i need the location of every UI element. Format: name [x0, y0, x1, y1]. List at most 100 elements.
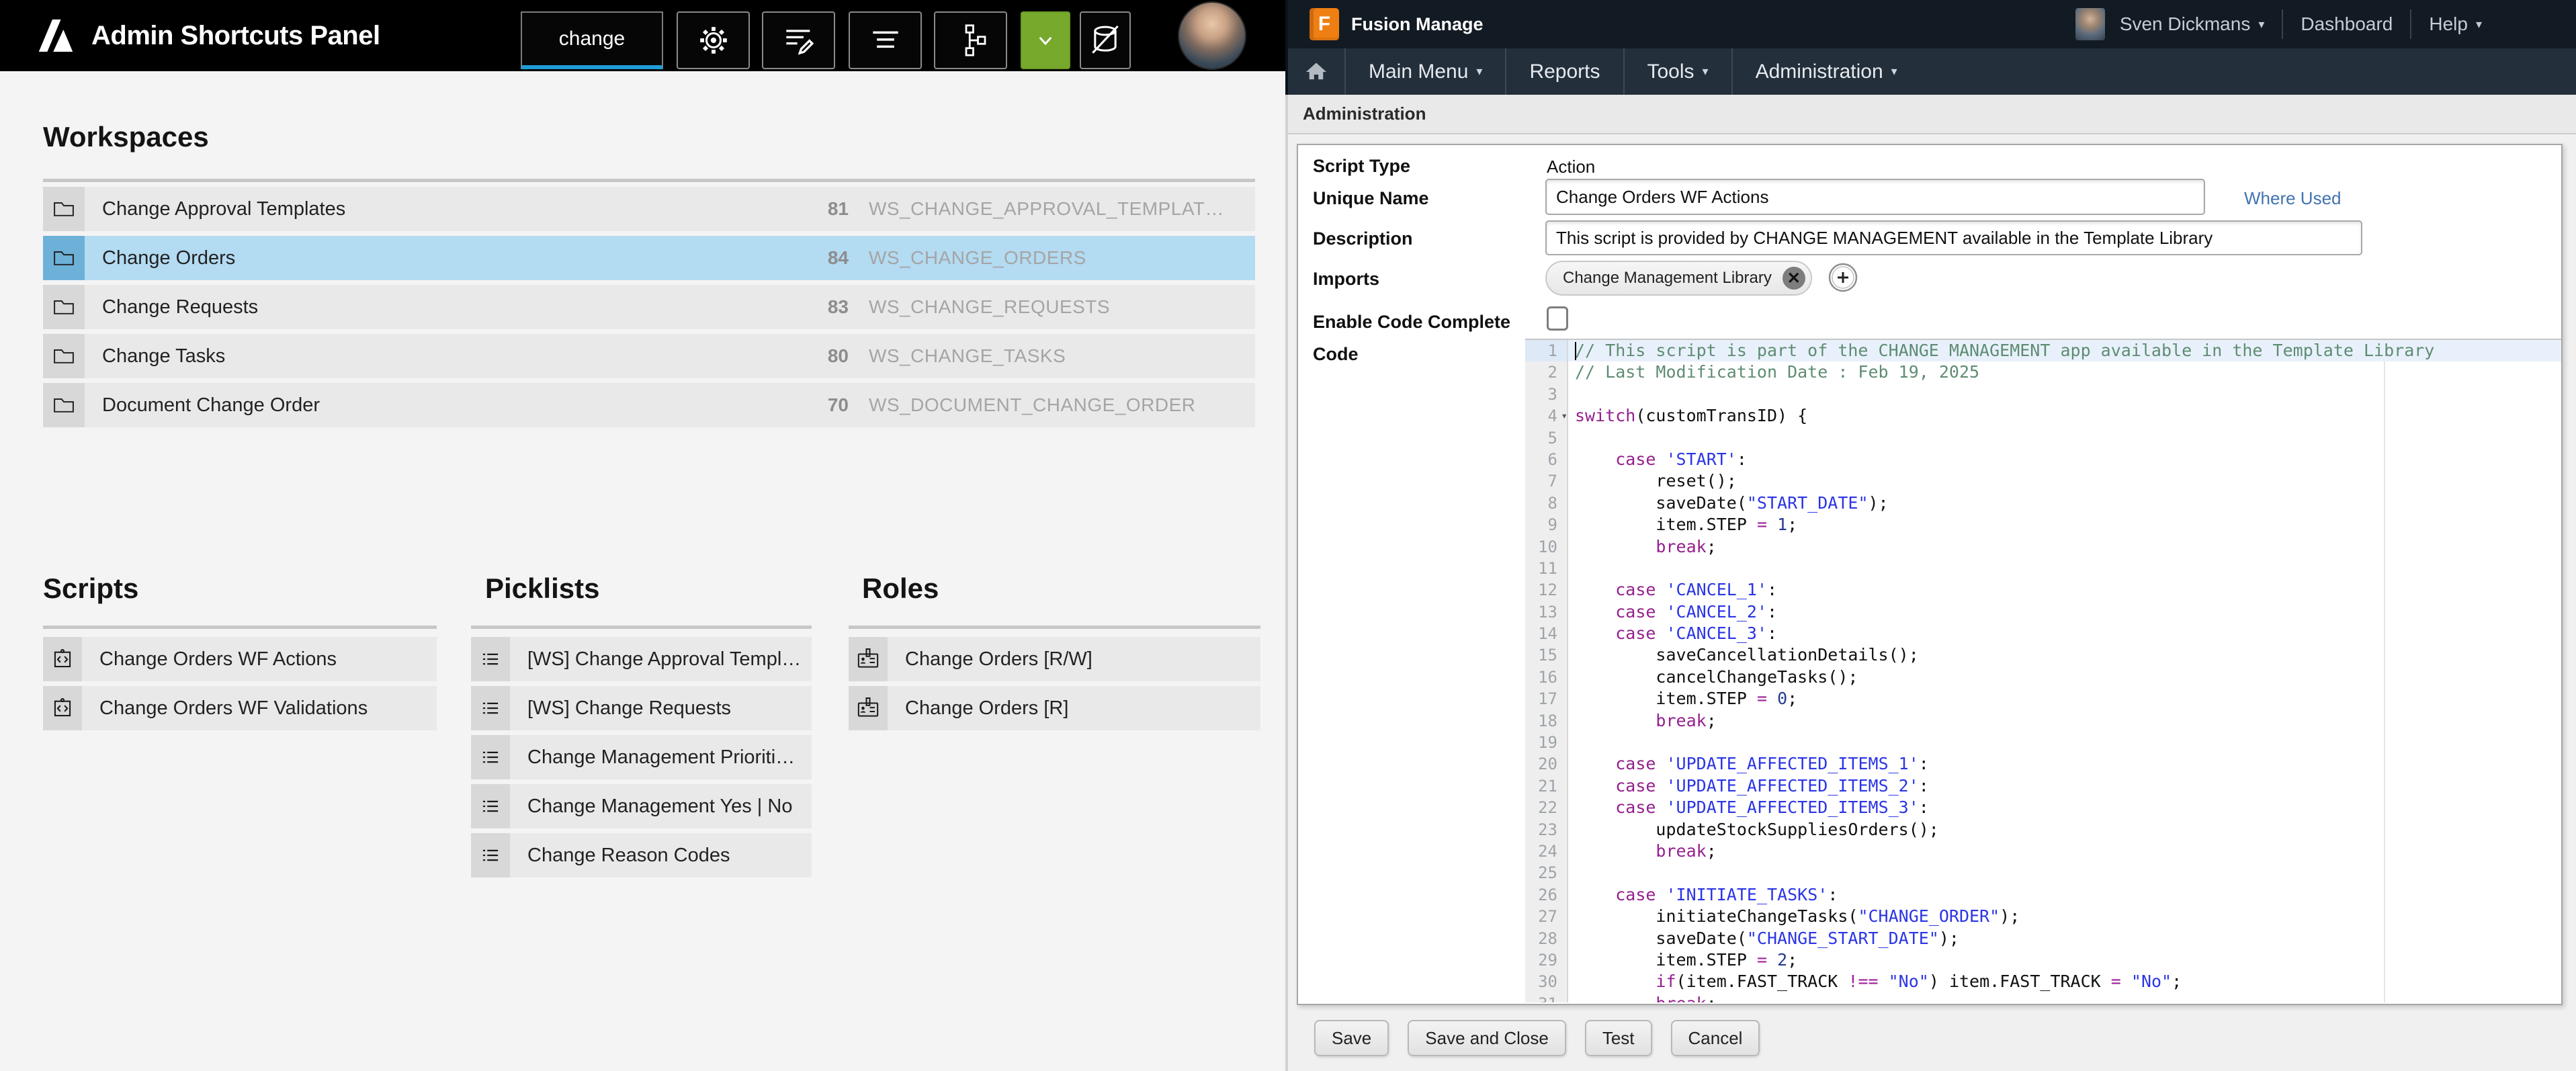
user-menu[interactable]: Sven Dickmans ▾	[2120, 13, 2265, 35]
workspace-id: 81	[795, 198, 849, 220]
fusion-manage-logo-icon: F	[1310, 8, 1339, 40]
import-chip: Change Management Library ✕	[1545, 261, 1812, 296]
folder-icon	[43, 383, 85, 427]
dashboard-link[interactable]: Dashboard	[2301, 13, 2393, 35]
nav-item[interactable]: Tools ▾	[1623, 48, 1731, 95]
fusion-manage-app: F Fusion Manage Sven Dickmans ▾ Dashboar…	[1288, 0, 2576, 1071]
picklist-item[interactable]: Change Management Yes | No	[471, 784, 812, 828]
description-label: Description	[1313, 228, 1413, 249]
action-button[interactable]: Save	[1314, 1020, 1389, 1056]
workspace-id: 83	[795, 296, 849, 318]
workspace-system-name: WS_CHANGE_ORDERS	[869, 247, 1255, 269]
import-chip-label: Change Management Library	[1563, 269, 1772, 288]
picklist-icon	[471, 735, 510, 779]
fusion-topbar: F Fusion Manage Sven Dickmans ▾ Dashboar…	[1288, 0, 2576, 48]
divider	[43, 626, 437, 629]
nav-item-label: Main Menu	[1369, 60, 1468, 83]
workspace-row[interactable]: Change Orders 84 WS_CHANGE_ORDERS	[43, 236, 1255, 280]
nav-item[interactable]: Main Menu ▾	[1344, 48, 1505, 95]
edit-list-icon	[780, 22, 818, 59]
unique-name-field[interactable]	[1545, 179, 2205, 215]
workflow-button[interactable]	[934, 11, 1007, 69]
picklist-item[interactable]: [WS] Change Approval Templ…	[471, 637, 812, 681]
role-badge-icon	[849, 637, 888, 681]
picklists-title: Picklists	[485, 572, 599, 605]
page-title: Admin Shortcuts Panel	[91, 0, 380, 71]
role-item[interactable]: Change Orders [R/W]	[849, 637, 1260, 681]
search-input[interactable]	[521, 11, 663, 69]
remove-import-button[interactable]: ✕	[1783, 267, 1805, 290]
workspace-name: Change Tasks	[85, 345, 795, 368]
picklist-icon	[471, 833, 510, 877]
workspace-row[interactable]: Document Change Order 70 WS_DOCUMENT_CHA…	[43, 383, 1255, 427]
add-import-button[interactable]	[1828, 262, 1858, 293]
workspace-id: 84	[795, 247, 849, 269]
caret-down-icon: ▾	[1703, 65, 1709, 79]
text-cursor	[1575, 342, 1576, 360]
action-button[interactable]: Test	[1585, 1020, 1652, 1056]
scripts-list: Change Orders WF Actions Change Orders W…	[43, 637, 437, 735]
code-editor[interactable]: 1// This script is part of the CHANGE MA…	[1525, 339, 2561, 1002]
workspace-id: 70	[795, 394, 849, 416]
user-avatar[interactable]	[1178, 1, 1246, 70]
left-header: Admin Shortcuts Panel	[0, 0, 1285, 71]
workspace-row[interactable]: Change Tasks 80 WS_CHANGE_TASKS	[43, 334, 1255, 378]
script-icon	[43, 637, 82, 681]
edit-scripts-button[interactable]	[762, 11, 835, 69]
workspaces-table: Change Approval Templates 81 WS_CHANGE_A…	[43, 187, 1255, 432]
dropdown-button[interactable]	[1021, 11, 1070, 69]
settings-button[interactable]	[677, 11, 750, 69]
nav-item-label: Reports	[1529, 60, 1600, 83]
script-item[interactable]: Change Orders WF Validations	[43, 686, 437, 730]
help-menu[interactable]: Help ▾	[2429, 13, 2482, 35]
enable-code-complete-checkbox[interactable]	[1547, 306, 1568, 331]
fold-icon[interactable]: ▾	[1561, 405, 1568, 427]
workspace-name: Document Change Order	[85, 394, 795, 417]
workspace-name: Change Orders	[85, 247, 795, 269]
role-item[interactable]: Change Orders [R]	[849, 686, 1260, 730]
nav-item[interactable]: Administration ▾	[1731, 48, 1920, 95]
divider	[2282, 9, 2283, 39]
workflow-icon	[952, 22, 990, 59]
script-type-value: Action	[1547, 157, 1595, 177]
workspaces-title: Workspaces	[43, 121, 209, 153]
database-off-button[interactable]	[1080, 11, 1131, 69]
code-label: Code	[1313, 344, 1359, 365]
script-editor-panel: Script Type Action Unique Name Where Use…	[1297, 144, 2563, 1005]
folder-icon	[43, 334, 85, 378]
roles-title: Roles	[862, 572, 939, 605]
role-label: Change Orders [R]	[888, 697, 1068, 720]
action-button[interactable]: Save and Close	[1408, 1020, 1566, 1056]
workspace-system-name: WS_CHANGE_TASKS	[869, 345, 1255, 367]
where-used-link[interactable]: Where Used	[2244, 188, 2342, 209]
picklist-icon	[471, 637, 510, 681]
picklist-item[interactable]: Change Reason Codes	[471, 833, 812, 877]
picklist-label: [WS] Change Approval Templ…	[510, 648, 801, 671]
user-avatar[interactable]	[2075, 8, 2105, 40]
folder-icon	[43, 236, 85, 280]
help-label: Help	[2429, 13, 2468, 35]
gear-icon	[695, 22, 732, 59]
script-item[interactable]: Change Orders WF Actions	[43, 637, 437, 681]
scripts-title: Scripts	[43, 572, 138, 605]
database-off-icon	[1086, 22, 1124, 59]
picklist-item[interactable]: Change Management Prioriti…	[471, 735, 812, 779]
divider	[471, 626, 812, 629]
caret-down-icon: ▾	[1891, 65, 1897, 79]
user-name: Sven Dickmans	[2120, 13, 2251, 35]
workspace-row[interactable]: Change Requests 83 WS_CHANGE_REQUESTS	[43, 285, 1255, 329]
workspace-row[interactable]: Change Approval Templates 81 WS_CHANGE_A…	[43, 187, 1255, 231]
nav-item[interactable]: Reports	[1505, 48, 1623, 95]
workspace-system-name: WS_DOCUMENT_CHANGE_ORDER	[869, 394, 1255, 416]
code-lines: 1// This script is part of the CHANGE MA…	[1525, 340, 2561, 1002]
script-label: Change Orders WF Validations	[82, 697, 368, 720]
action-button[interactable]: Cancel	[1671, 1020, 1760, 1056]
home-button[interactable]	[1288, 48, 1344, 95]
role-badge-icon	[849, 686, 888, 730]
description-field[interactable]	[1545, 220, 2362, 255]
caret-down-icon: ▾	[1476, 65, 1482, 79]
picklist-item[interactable]: [WS] Change Requests	[471, 686, 812, 730]
caret-down-icon: ▾	[2476, 17, 2482, 32]
list-button[interactable]	[849, 11, 922, 69]
folder-icon	[43, 187, 85, 231]
